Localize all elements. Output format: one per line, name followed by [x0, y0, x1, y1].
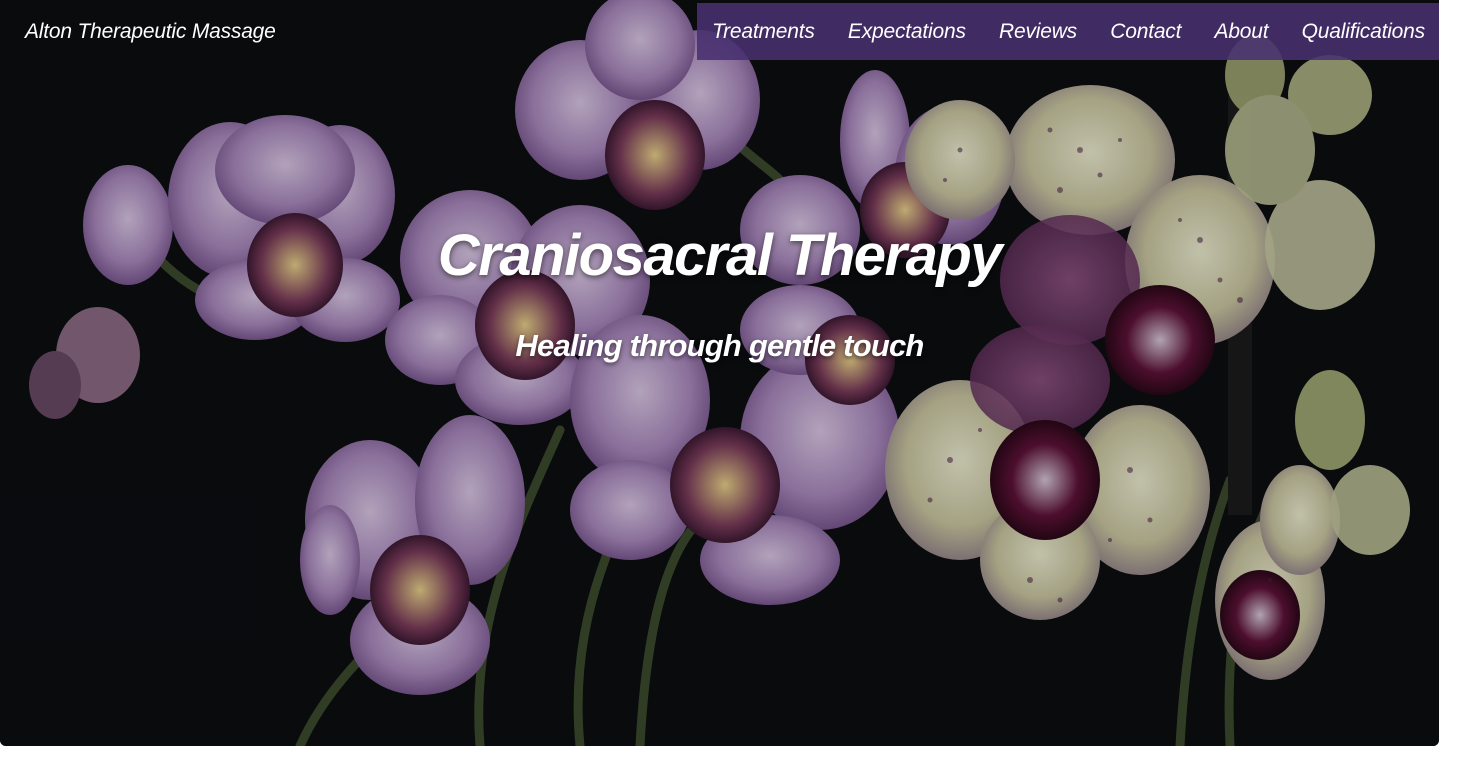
nav-link-treatments[interactable]: Treatments	[712, 20, 815, 44]
nav-link-qualifications[interactable]: Qualifications	[1302, 20, 1425, 44]
nav-link-about[interactable]: About	[1215, 20, 1269, 44]
hero-overlay	[0, 0, 1439, 746]
nav-link-reviews[interactable]: Reviews	[999, 20, 1077, 44]
hero-banner: Alton Therapeutic Massage Treatments Exp…	[0, 0, 1439, 746]
nav-link-expectations[interactable]: Expectations	[848, 20, 966, 44]
main-nav: Treatments Expectations Reviews Contact …	[697, 3, 1439, 60]
site-name-link[interactable]: Alton Therapeutic Massage	[25, 20, 276, 44]
nav-link-contact[interactable]: Contact	[1110, 20, 1181, 44]
hero-subtitle: Healing through gentle touch	[515, 328, 924, 363]
hero-title: Craniosacral Therapy	[437, 223, 1003, 288]
